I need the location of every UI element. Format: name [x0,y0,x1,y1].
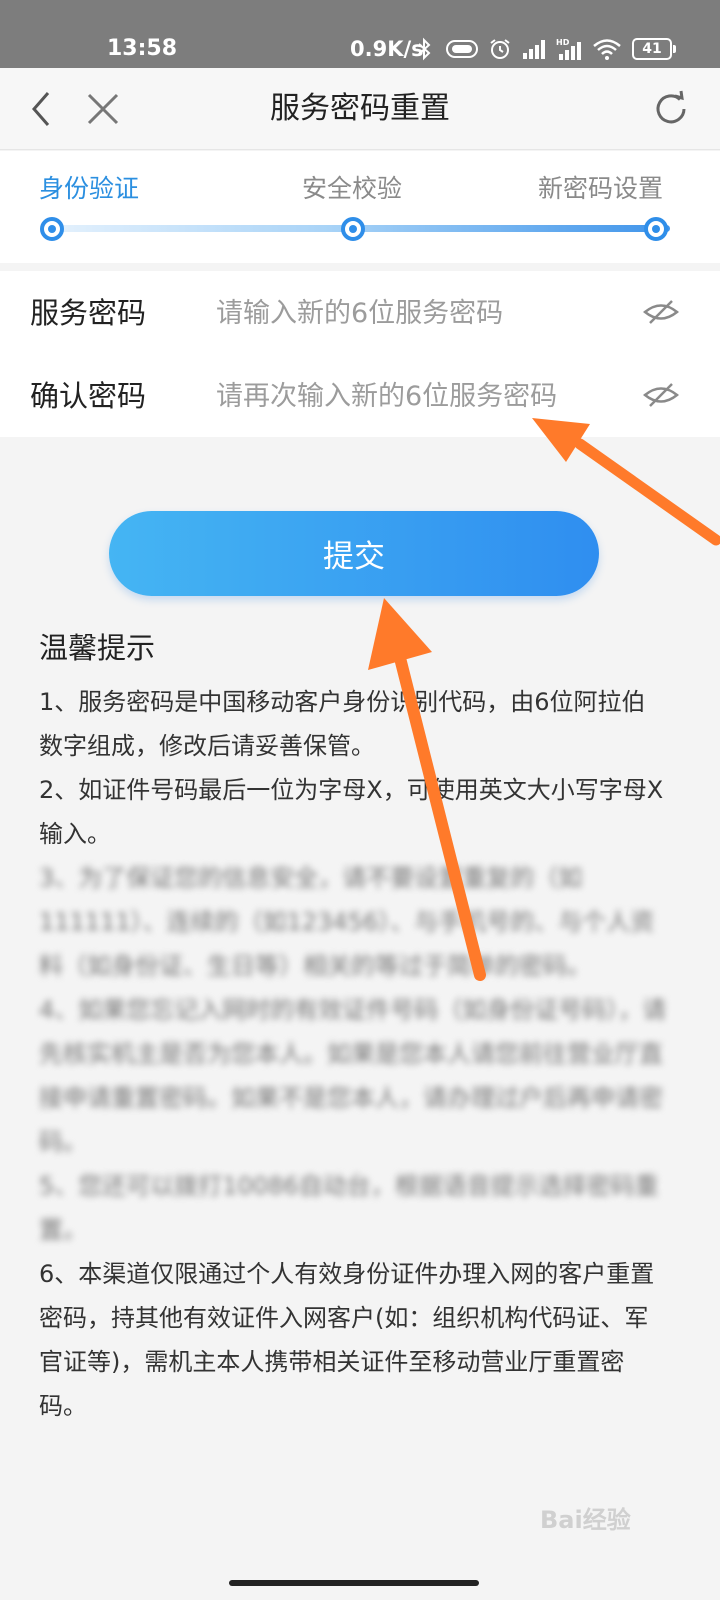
step-progress: 身份验证 安全校验 新密码设置 [0,151,720,263]
back-button[interactable] [16,84,66,134]
network-speed: 0.9K/s [350,37,424,61]
tip-item: 1、服务密码是中国移动客户身份识别代码，由6位阿拉伯数字组成，修改后请妥善保管。 [39,688,646,760]
alarm-icon [488,36,512,62]
confirm-row: 确认密码 [0,354,720,437]
eye-off-icon[interactable] [642,380,680,410]
step-dot-1 [40,217,64,241]
tip-item: 3、为了保证您的信息安全，请不要设置重复的（如111111）、连续的（如1234… [39,864,655,980]
nav-bar: 服务密码重置 [0,68,720,150]
chevron-left-icon [32,92,50,126]
submit-button[interactable]: 提交 [109,511,599,596]
step-dot-3 [644,217,668,241]
refresh-button[interactable] [646,84,696,134]
close-icon [87,93,119,125]
tip-item: 5、您还可以拨打10086自动台，根据语音提示选择密码重置。 [39,1172,659,1244]
tips-list: 1、服务密码是中国移动客户身份识别代码，由6位阿拉伯数字组成，修改后请妥善保管。… [39,680,669,1428]
svg-text:HD: HD [556,38,570,47]
refresh-icon [656,90,686,124]
step-identity-verify: 身份验证 [39,174,140,203]
wifi-icon [592,36,622,62]
battery-icon: 41 [632,38,676,60]
home-indicator[interactable] [229,1580,479,1586]
tip-item: 6、本渠道仅限通过个人有效身份证件办理入网的客户重置密码，持其他有效证件入网客户… [39,1260,655,1420]
tip-item: 2、如证件号码最后一位为字母X，可使用英文大小写字母X输入。 [39,776,664,848]
confirm-label: 确认密码 [30,379,147,413]
password-form: 服务密码 确认密码 [0,271,720,437]
close-button[interactable] [78,84,128,134]
password-row: 服务密码 [0,271,720,354]
tip-item: 4、如果您忘记入网时的有效证件号码（如身份证号码），请先核实机主是否为您本人。如… [39,996,667,1156]
step-security-check: 安全校验 [302,174,403,203]
password-label: 服务密码 [30,296,147,330]
tips-title: 温馨提示 [39,631,156,665]
eye-off-icon[interactable] [642,297,680,327]
confirm-password-input[interactable] [216,372,626,420]
bluetooth-icon [416,36,432,62]
step-new-password: 新密码设置 [538,174,664,203]
baidu-jingyan-watermark: Bai经验 [540,1506,631,1534]
status-bar: 13:58 0.9K/s HD 41 [0,0,720,68]
watermark-text: Bai经验 [540,1506,631,1534]
signal-hd-icon: HD [556,36,584,62]
status-time: 13:58 [107,36,178,61]
password-input[interactable] [216,289,626,337]
step-dot-2 [341,217,365,241]
signal-icon [522,36,548,62]
toggle-icon [446,36,478,62]
